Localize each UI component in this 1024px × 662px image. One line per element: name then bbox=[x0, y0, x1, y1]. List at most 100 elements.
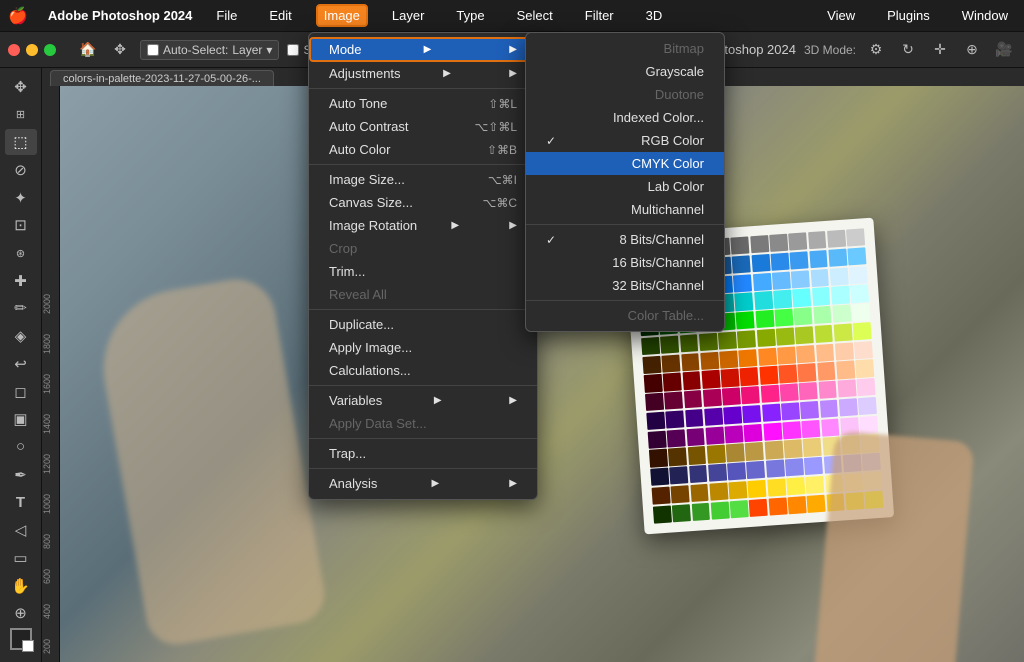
move-icon[interactable]: ✥ bbox=[108, 38, 132, 62]
tool-dodge[interactable]: ○ bbox=[5, 434, 37, 460]
menu-filter[interactable]: Filter bbox=[577, 4, 622, 27]
menu-view[interactable]: View bbox=[819, 4, 863, 27]
tool-rect-select[interactable]: ⬚ bbox=[5, 129, 37, 155]
menu-auto-color[interactable]: Auto Color ⇧⌘B bbox=[309, 138, 537, 161]
mode-lab-color[interactable]: Lab Color bbox=[526, 175, 724, 198]
tool-artboard[interactable]: ⊞ bbox=[5, 102, 37, 128]
sep1 bbox=[309, 88, 537, 89]
color-table-check bbox=[546, 309, 562, 323]
menu-3d[interactable]: 3D bbox=[638, 4, 671, 27]
mode-16bit[interactable]: 16 Bits/Channel bbox=[526, 251, 724, 274]
tool-hand[interactable]: ✋ bbox=[5, 573, 37, 599]
reveal-all-label: Reveal All bbox=[329, 287, 387, 302]
bitmap-label: Bitmap bbox=[664, 41, 704, 56]
menu-file[interactable]: File bbox=[208, 4, 245, 27]
menu-duplicate[interactable]: Duplicate... bbox=[309, 313, 537, 336]
apple-logo-icon[interactable]: 🍎 bbox=[8, 6, 28, 26]
mode-grayscale[interactable]: Grayscale bbox=[526, 60, 724, 83]
tool-crop[interactable]: ⊡ bbox=[5, 213, 37, 239]
mode-indexed-color[interactable]: Indexed Color... bbox=[526, 106, 724, 129]
maximize-button[interactable] bbox=[44, 44, 56, 56]
auto-select-chevron-icon: ▾ bbox=[266, 43, 272, 57]
menu-calculations[interactable]: Calculations... bbox=[309, 359, 537, 382]
menu-auto-tone[interactable]: Auto Tone ⇧⌘L bbox=[309, 92, 537, 115]
3d-icon3[interactable]: ✛ bbox=[928, 38, 952, 62]
tool-pen[interactable]: ✒ bbox=[5, 462, 37, 488]
tool-clone[interactable]: ◈ bbox=[5, 323, 37, 349]
32bit-label: 32 Bits/Channel bbox=[612, 278, 704, 293]
window-controls bbox=[8, 44, 56, 56]
menu-layer[interactable]: Layer bbox=[384, 4, 433, 27]
menu-auto-contrast[interactable]: Auto Contrast ⌥⇧⌘L bbox=[309, 115, 537, 138]
menu-reveal-all[interactable]: Reveal All bbox=[309, 283, 537, 306]
3d-icon2[interactable]: ↻ bbox=[896, 38, 920, 62]
16bit-label: 16 Bits/Channel bbox=[612, 255, 704, 270]
menu-select[interactable]: Select bbox=[509, 4, 561, 27]
3d-icon1[interactable]: ⚙ bbox=[864, 38, 888, 62]
menu-trap[interactable]: Trap... bbox=[309, 442, 537, 465]
ruler-vertical: 200 400 600 800 1000 1200 1400 1600 1800… bbox=[42, 86, 60, 662]
auto-select-dropdown[interactable]: Auto-Select: Layer ▾ bbox=[140, 40, 279, 60]
menu-adjustments[interactable]: Adjustments ▶ bbox=[309, 62, 537, 85]
menu-adjustments-label: Adjustments bbox=[329, 66, 401, 81]
16bit-check bbox=[546, 256, 562, 270]
mode-bitmap[interactable]: Bitmap bbox=[526, 37, 724, 60]
menu-crop[interactable]: Crop bbox=[309, 237, 537, 260]
mode-submenu-popup[interactable]: Bitmap Grayscale Duotone Indexed Color..… bbox=[525, 32, 725, 332]
menu-apply-image[interactable]: Apply Image... bbox=[309, 336, 537, 359]
mode-color-table[interactable]: Color Table... bbox=[526, 304, 724, 327]
menu-variables[interactable]: Variables ▶ bbox=[309, 389, 537, 412]
tool-shape[interactable]: ▭ bbox=[5, 545, 37, 571]
mode-rgb-color[interactable]: ✓ RGB Color bbox=[526, 129, 724, 152]
v-ruler-800: 800 bbox=[42, 534, 52, 549]
v-ruler-600: 600 bbox=[42, 569, 52, 584]
menu-canvas-size[interactable]: Canvas Size... ⌥⌘C bbox=[309, 191, 537, 214]
mode-8bit[interactable]: ✓ 8 Bits/Channel bbox=[526, 228, 724, 251]
tool-move[interactable]: ✥ bbox=[5, 74, 37, 100]
show-transform-check[interactable] bbox=[287, 44, 299, 56]
3d-icon4[interactable]: ⊕ bbox=[960, 38, 984, 62]
tool-history[interactable]: ↩ bbox=[5, 351, 37, 377]
close-button[interactable] bbox=[8, 44, 20, 56]
menu-image[interactable]: Image bbox=[316, 4, 368, 27]
tool-zoom[interactable]: ⊕ bbox=[5, 600, 37, 626]
3d-icon5[interactable]: 🎥 bbox=[992, 38, 1016, 62]
menu-image-size[interactable]: Image Size... ⌥⌘I bbox=[309, 168, 537, 191]
menu-apply-data-set[interactable]: Apply Data Set... bbox=[309, 412, 537, 435]
sep6 bbox=[309, 468, 537, 469]
menu-adjustments-arrow-icon: ▶ bbox=[443, 68, 451, 79]
menu-type[interactable]: Type bbox=[448, 4, 492, 27]
mode-cmyk-color[interactable]: CMYK Color bbox=[526, 152, 724, 175]
tool-eraser[interactable]: ◻ bbox=[5, 379, 37, 405]
auto-select-checkbox[interactable] bbox=[147, 44, 159, 56]
mode-32bit[interactable]: 32 Bits/Channel bbox=[526, 274, 724, 297]
tool-path[interactable]: ◁ bbox=[5, 517, 37, 543]
auto-tone-shortcut: ⇧⌘L bbox=[468, 97, 517, 111]
tool-magic-wand[interactable]: ✦ bbox=[5, 185, 37, 211]
menu-image-rotation[interactable]: Image Rotation ▶ bbox=[309, 214, 537, 237]
home-icon[interactable]: 🏠 bbox=[76, 38, 100, 62]
image-menu-popup[interactable]: Mode ▶ Adjustments ▶ Auto Tone ⇧⌘L Auto … bbox=[308, 32, 538, 500]
menu-mode[interactable]: Mode ▶ bbox=[309, 37, 537, 62]
mode-duotone[interactable]: Duotone bbox=[526, 83, 724, 106]
minimize-button[interactable] bbox=[26, 44, 38, 56]
menu-analysis[interactable]: Analysis ▶ bbox=[309, 472, 537, 495]
tool-type[interactable]: T bbox=[5, 490, 37, 516]
canvas-size-label: Canvas Size... bbox=[329, 195, 413, 210]
tool-gradient[interactable]: ▣ bbox=[5, 406, 37, 432]
cmyk-check bbox=[546, 157, 562, 171]
tool-lasso[interactable]: ⊘ bbox=[5, 157, 37, 183]
menu-plugins[interactable]: Plugins bbox=[879, 4, 938, 27]
mode-multichannel[interactable]: Multichannel bbox=[526, 198, 724, 221]
canvas-size-shortcut: ⌥⌘C bbox=[463, 196, 518, 210]
mode-sep1 bbox=[526, 224, 724, 225]
image-size-label: Image Size... bbox=[329, 172, 405, 187]
tool-heal[interactable]: ✚ bbox=[5, 268, 37, 294]
menu-edit[interactable]: Edit bbox=[261, 4, 299, 27]
tab-file[interactable]: colors-in-palette-2023-11-27-05-00-26-..… bbox=[50, 70, 274, 87]
analysis-label: Analysis bbox=[329, 476, 377, 491]
tool-eyedropper[interactable]: ⊛ bbox=[5, 240, 37, 266]
tool-brush[interactable]: ✏ bbox=[5, 296, 37, 322]
menu-trim[interactable]: Trim... bbox=[309, 260, 537, 283]
menu-window[interactable]: Window bbox=[954, 4, 1016, 27]
